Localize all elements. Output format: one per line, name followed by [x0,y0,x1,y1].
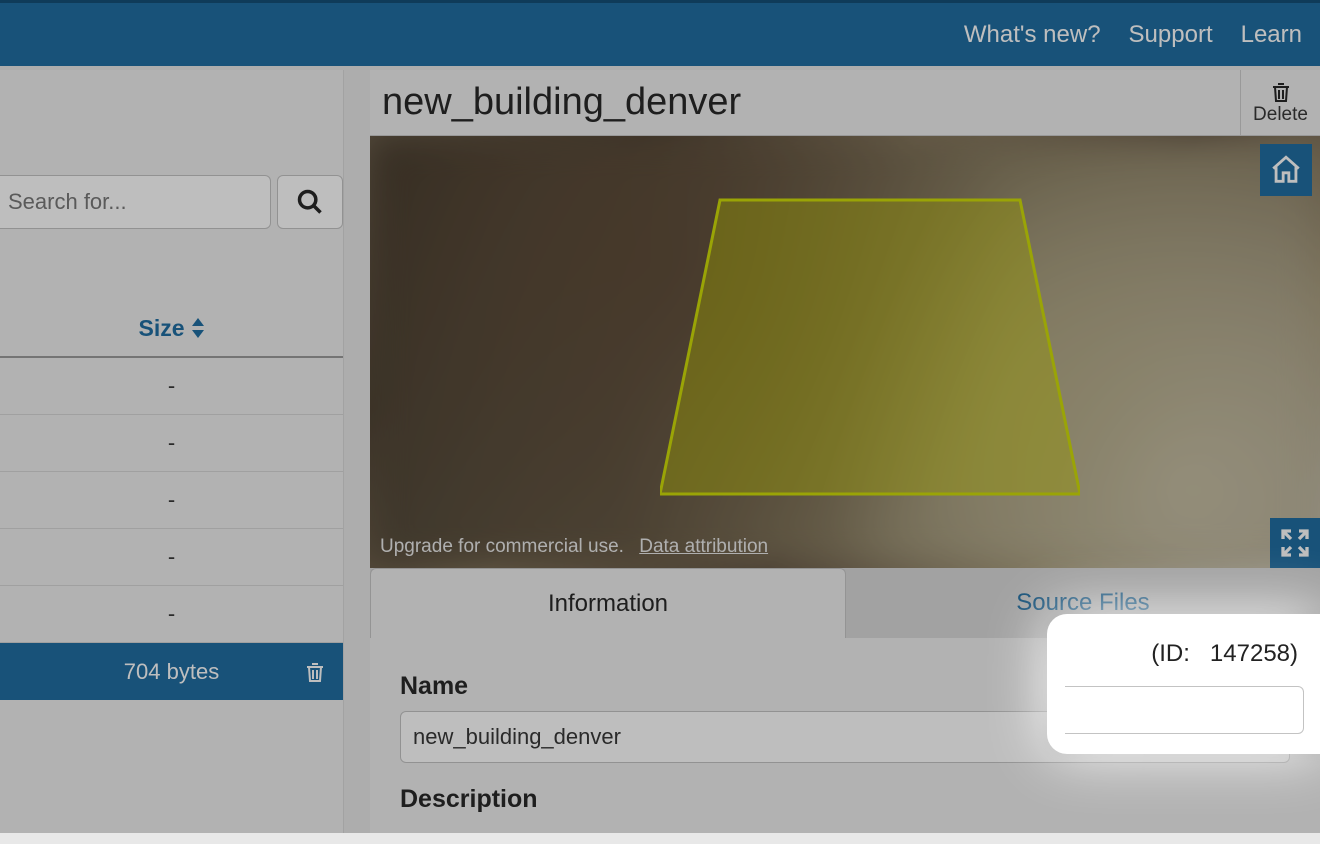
delete-button[interactable]: Delete [1240,70,1320,136]
row-size: - [168,373,175,399]
whats-new-link[interactable]: What's new? [964,21,1101,49]
tab-information[interactable]: Information [370,568,846,638]
data-attribution-link[interactable]: Data attribution [639,536,768,557]
search-icon [296,188,324,216]
page-title: new_building_denver [382,81,741,124]
row-size: 704 bytes [124,659,219,685]
building-polygon [660,194,1080,504]
home-view-button[interactable] [1260,144,1312,196]
table-row[interactable]: - [0,415,343,472]
preview-viewport[interactable]: Upgrade for commercial use. Data attribu… [370,136,1320,568]
description-label: Description [400,785,1290,814]
id-display: (ID: 147258) [1065,634,1304,668]
detail-header: new_building_denver Delete [370,70,1320,136]
fullscreen-button[interactable] [1270,518,1320,568]
size-label: Size [138,315,184,342]
topbar: What's new? Support Learn [0,0,1320,66]
table-row[interactable]: - [0,586,343,643]
row-size: - [168,601,175,627]
name-field-fragment[interactable] [1065,686,1304,734]
table-row-selected[interactable]: 704 bytes [0,643,343,700]
table-row[interactable]: - [0,358,343,415]
id-callout: (ID: 147258) [1047,614,1320,754]
row-delete-icon[interactable] [303,659,327,685]
left-panel: Size - - - - - 704 bytes [0,70,344,833]
table-row[interactable]: - [0,529,343,586]
sort-icon [191,318,205,338]
search-row [0,174,343,230]
support-link[interactable]: Support [1129,21,1213,49]
row-size: - [168,487,175,513]
attribution-text: Upgrade for commercial use. Data attribu… [380,536,768,558]
row-size: - [168,544,175,570]
table-row[interactable]: - [0,472,343,529]
size-column-header[interactable]: Size [0,300,343,358]
home-icon [1269,153,1303,187]
learn-link[interactable]: Learn [1241,21,1302,49]
delete-label: Delete [1253,104,1308,126]
trash-icon [1269,80,1293,104]
expand-icon [1279,527,1311,559]
search-button[interactable] [277,175,343,229]
row-size: - [168,430,175,456]
search-input[interactable] [0,175,271,229]
